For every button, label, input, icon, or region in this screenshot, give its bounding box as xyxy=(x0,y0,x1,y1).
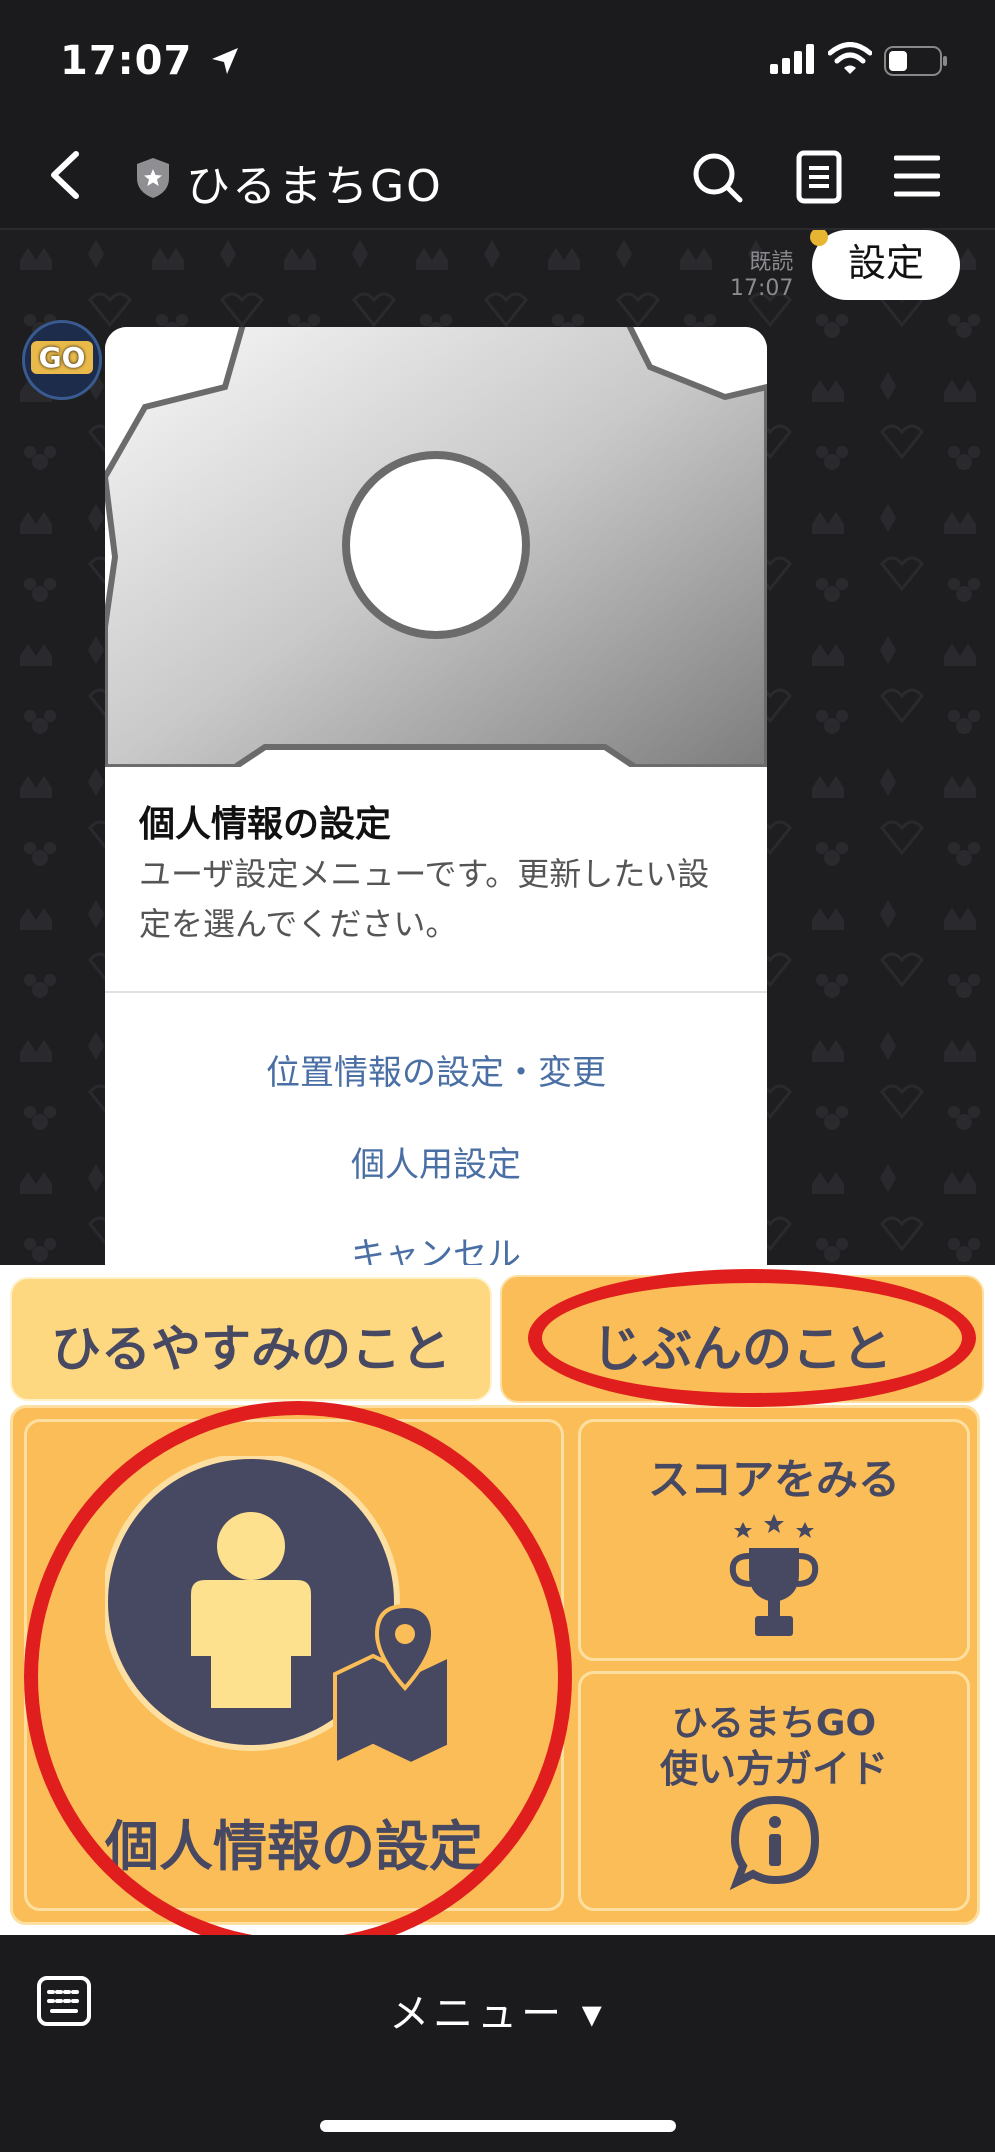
card-divider xyxy=(105,991,767,993)
chat-title: ひるまちGO xyxy=(186,161,443,212)
user-message-bubble[interactable]: 設定 xyxy=(812,230,960,300)
view-score-label: スコアをみる xyxy=(647,1455,900,1504)
usage-guide-button[interactable]: ひるまちGO 使い方ガイド xyxy=(578,1671,970,1911)
cellular-signal-icon xyxy=(770,44,814,74)
home-indicator xyxy=(320,2120,676,2132)
card-title: 個人情報の設定 xyxy=(139,804,392,845)
read-label: 既読 xyxy=(749,250,794,275)
status-bar: 17:07 xyxy=(0,0,995,120)
battery-icon xyxy=(884,46,947,76)
highlight-ring-button xyxy=(24,1401,572,1953)
bot-avatar[interactable]: GO xyxy=(22,320,102,400)
tab-lunchbreak[interactable]: ひるやすみのこと xyxy=(10,1277,492,1401)
avatar-label: GO xyxy=(31,341,93,374)
location-arrow-icon xyxy=(212,48,238,74)
search-icon[interactable] xyxy=(690,150,746,206)
read-receipt: 既読 17:07 xyxy=(730,250,793,302)
trophy-icon xyxy=(729,1514,819,1636)
tab-lunchbreak-label: ひるやすみのこと xyxy=(51,1320,451,1378)
settings-card: 個人情報の設定 ユーザ設定メニューです。更新したい設定を選んでください。 位置情… xyxy=(105,327,767,1265)
cancel-action[interactable]: キャンセル xyxy=(105,1227,767,1265)
guide-subtitle-label: 使い方ガイド xyxy=(659,1747,888,1791)
location-settings-action[interactable]: 位置情報の設定・変更 xyxy=(105,1045,767,1094)
rich-menu: ひるやすみのこと じぶんのこと 個人情報の設定 スコアをみる ひるまちGO 使い… xyxy=(0,1265,995,1953)
view-score-button[interactable]: スコアをみる xyxy=(578,1419,970,1661)
read-time: 17:07 xyxy=(730,276,794,301)
notes-icon[interactable] xyxy=(796,150,842,204)
wifi-icon xyxy=(828,42,872,74)
shield-icon xyxy=(137,158,169,198)
info-icon xyxy=(729,1795,820,1890)
hamburger-icon[interactable] xyxy=(894,154,940,198)
highlight-ring-tab xyxy=(528,1269,976,1407)
chat-header: ひるまちGO xyxy=(0,120,995,230)
chat-area[interactable]: 既読 17:07 設定 GO 個人情報の設定 ユーザ設定メニューです。更新したい… xyxy=(0,230,995,1265)
gear-icon xyxy=(105,327,767,767)
back-icon[interactable] xyxy=(46,150,86,200)
status-time: 17:07 xyxy=(60,38,193,84)
card-description: ユーザ設定メニューです。更新したい設定を選んでください。 xyxy=(139,855,710,943)
bottom-bar: メニュー ▾ xyxy=(0,1935,995,2152)
menu-toggle[interactable]: メニュー ▾ xyxy=(0,1981,995,2039)
personal-settings-action[interactable]: 個人用設定 xyxy=(105,1137,767,1186)
